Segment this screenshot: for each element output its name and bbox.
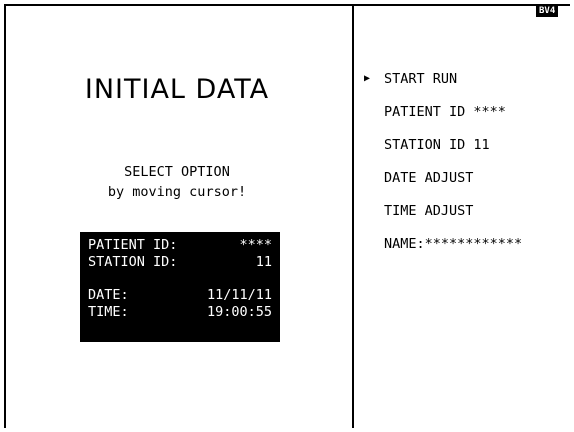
time-label: TIME:: [88, 304, 129, 320]
menu-item-label: DATE ADJUST: [384, 170, 474, 186]
page-title: INITIAL DATA: [84, 74, 270, 105]
status-badge: BV4: [536, 5, 559, 17]
time-value: 19:00:55: [206, 304, 272, 320]
menu-item-date-adjust[interactable]: DATE ADJUST: [364, 169, 522, 202]
options-menu: ▶ START RUN PATIENT ID **** STATION ID 1…: [364, 70, 522, 268]
date-row: DATE: 11/11/11: [88, 287, 272, 304]
instruction-line-1: SELECT OPTION: [124, 164, 230, 180]
menu-item-label: START RUN: [384, 71, 458, 87]
instruction-line-2: by moving cursor!: [107, 184, 247, 200]
time-row: TIME: 19:00:55: [88, 304, 272, 321]
patient-id-value: ****: [239, 237, 272, 253]
menu-item-label: STATION ID 11: [384, 137, 490, 153]
menu-item-time-adjust[interactable]: TIME ADJUST: [364, 202, 522, 235]
menu-item-label: TIME ADJUST: [384, 203, 474, 219]
menu-item-label: NAME:************: [384, 236, 523, 252]
menu-item-label: PATIENT ID ****: [384, 104, 506, 120]
menu-item-start-run[interactable]: ▶ START RUN: [364, 70, 522, 103]
date-value: 11/11/11: [206, 287, 272, 303]
info-box: PATIENT ID: **** STATION ID: 11 DATE: 11…: [80, 232, 280, 342]
cursor-arrow-icon: ▶: [364, 73, 371, 84]
patient-id-label: PATIENT ID:: [88, 237, 178, 253]
station-id-row: STATION ID: 11: [88, 254, 272, 271]
panel-divider: [352, 4, 354, 428]
menu-item-station-id[interactable]: STATION ID 11: [364, 136, 522, 169]
station-id-label: STATION ID:: [88, 254, 178, 270]
patient-id-row: PATIENT ID: ****: [88, 237, 272, 254]
station-id-value: 11: [255, 254, 272, 270]
date-label: DATE:: [88, 287, 129, 303]
menu-item-patient-id[interactable]: PATIENT ID ****: [364, 103, 522, 136]
menu-item-name[interactable]: NAME:************: [364, 235, 522, 268]
